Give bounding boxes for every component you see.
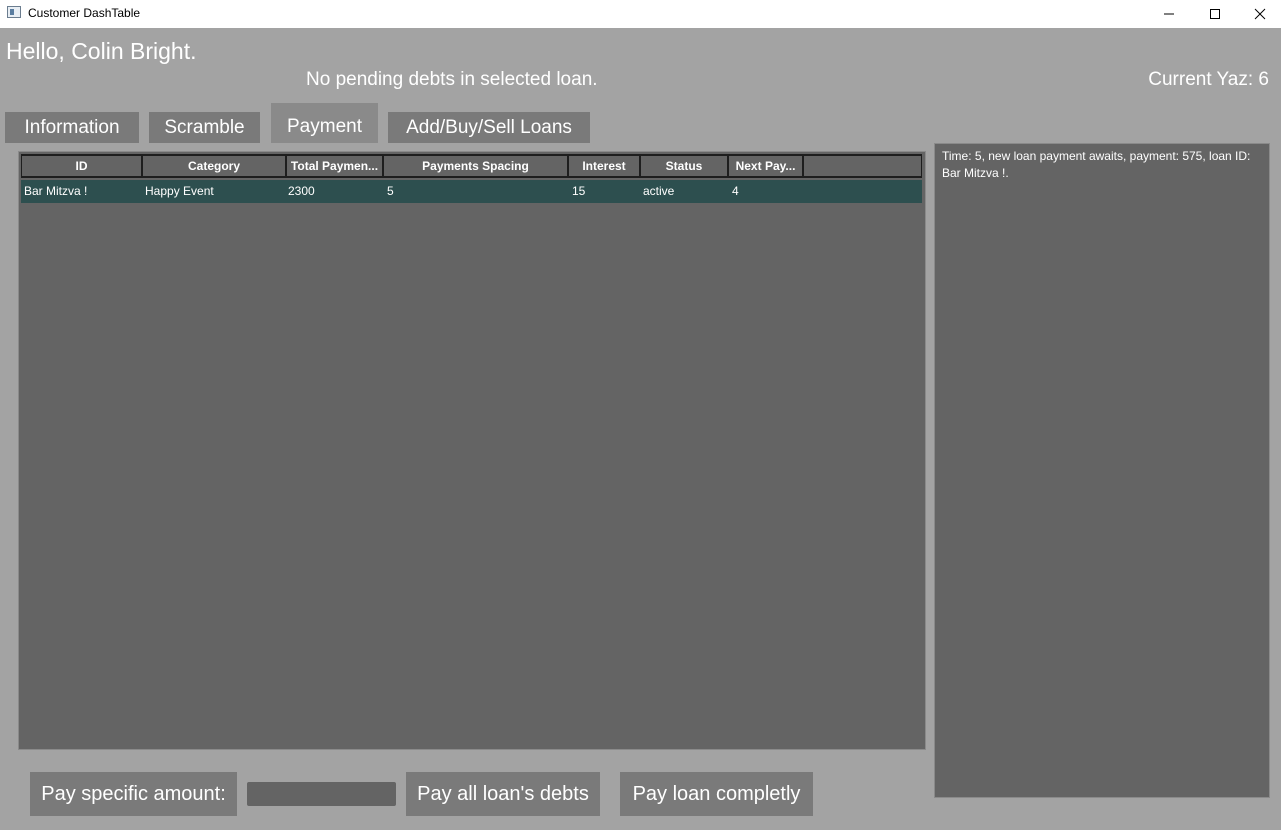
pay-all-debts-button[interactable]: Pay all loan's debts [406,772,600,816]
cell-id: Bar Mitzva ! [24,184,88,198]
cell-status: active [643,184,675,198]
close-button[interactable] [1237,0,1281,28]
pay-loan-completely-button[interactable]: Pay loan completly [620,772,813,816]
table-row[interactable]: Bar Mitzva ! Happy Event 2300 5 15 activ… [21,180,922,203]
notification-text: Time: 5, new loan payment awaits, paymen… [942,149,1251,180]
column-header-total-payment[interactable]: Total Paymen... [286,154,383,178]
current-yaz-label: Current Yaz: 6 [1148,69,1269,90]
cell-category: Happy Event [145,184,214,198]
tab-information[interactable]: Information [5,112,139,143]
loans-table[interactable]: ID Category Total Paymen... Payments Spa… [18,151,926,750]
cell-payments-spacing: 5 [387,184,394,198]
app-icon [7,6,21,18]
maximize-icon [1210,9,1220,19]
status-message: No pending debts in selected loan. [306,69,598,90]
minimize-icon [1164,13,1174,15]
window-title: Customer DashTable [28,6,141,20]
pay-specific-amount-button[interactable]: Pay specific amount: [30,772,237,816]
column-header-interest[interactable]: Interest [568,154,640,178]
tab-scramble[interactable]: Scramble [149,112,260,143]
column-header-filler [803,154,922,178]
cell-interest: 15 [572,184,586,198]
cell-next-payment: 4 [732,184,739,198]
cell-total-payment: 2300 [288,184,315,198]
minimize-button[interactable] [1146,0,1192,28]
column-header-id[interactable]: ID [21,154,142,178]
table-header: ID Category Total Paymen... Payments Spa… [21,154,922,178]
close-icon [1254,8,1266,20]
amount-input[interactable] [247,782,396,806]
column-header-category[interactable]: Category [142,154,286,178]
tab-add-buy-sell-loans[interactable]: Add/Buy/Sell Loans [388,112,590,143]
window-titlebar: Customer DashTable [0,0,1281,28]
column-header-status[interactable]: Status [640,154,728,178]
maximize-button[interactable] [1192,0,1238,28]
greeting-label: Hello, Colin Bright. [6,38,197,64]
column-header-payments-spacing[interactable]: Payments Spacing [383,154,568,178]
notifications-panel[interactable]: Time: 5, new loan payment awaits, paymen… [934,143,1270,798]
tab-payment[interactable]: Payment [271,103,378,143]
column-header-next-payment[interactable]: Next Pay... [728,154,803,178]
